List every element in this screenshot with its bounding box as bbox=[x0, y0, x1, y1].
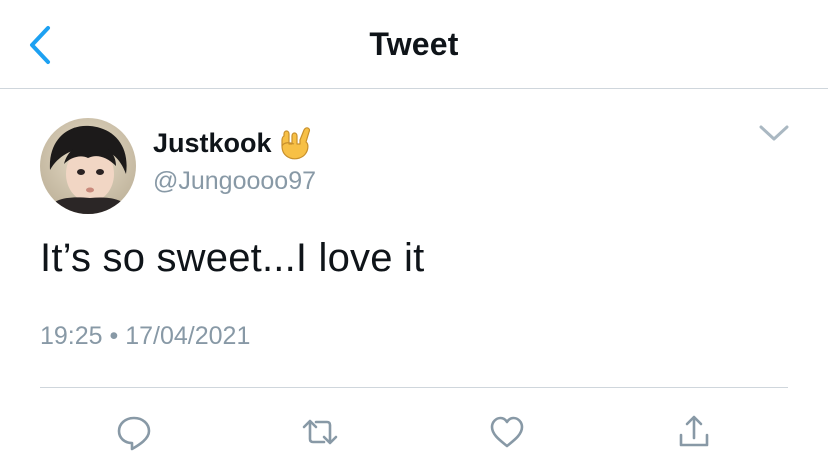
retweet-button[interactable] bbox=[298, 410, 342, 454]
page-title: Tweet bbox=[369, 26, 459, 62]
display-name-row[interactable]: Justkook bbox=[153, 124, 314, 162]
avatar[interactable] bbox=[40, 118, 136, 214]
rock-hand-emoji-icon bbox=[276, 124, 314, 162]
more-options-button[interactable] bbox=[756, 118, 792, 148]
like-button[interactable] bbox=[485, 410, 529, 454]
comment-bubble-icon bbox=[117, 416, 151, 451]
display-name: Justkook bbox=[153, 127, 272, 158]
tweet-timestamp[interactable]: 19:25 • 17/04/2021 bbox=[40, 322, 250, 351]
user-handle[interactable]: @Jungoooo97 bbox=[153, 167, 316, 196]
meta-separator: • bbox=[109, 322, 119, 350]
retweet-arrows-icon bbox=[302, 419, 338, 445]
upload-arrow-icon bbox=[679, 415, 709, 447]
chevron-down-icon bbox=[759, 125, 789, 141]
tweet-header: Tweet bbox=[0, 0, 828, 89]
divider bbox=[40, 387, 788, 388]
tweet-time: 19:25 bbox=[40, 322, 103, 350]
heart-outline-icon bbox=[490, 416, 524, 448]
tweet-text: It’s so sweet...I love it bbox=[40, 236, 425, 280]
avatar-image bbox=[40, 118, 136, 214]
share-button[interactable] bbox=[672, 410, 716, 454]
reply-button[interactable] bbox=[112, 410, 156, 454]
tweet-date: 17/04/2021 bbox=[125, 322, 251, 350]
